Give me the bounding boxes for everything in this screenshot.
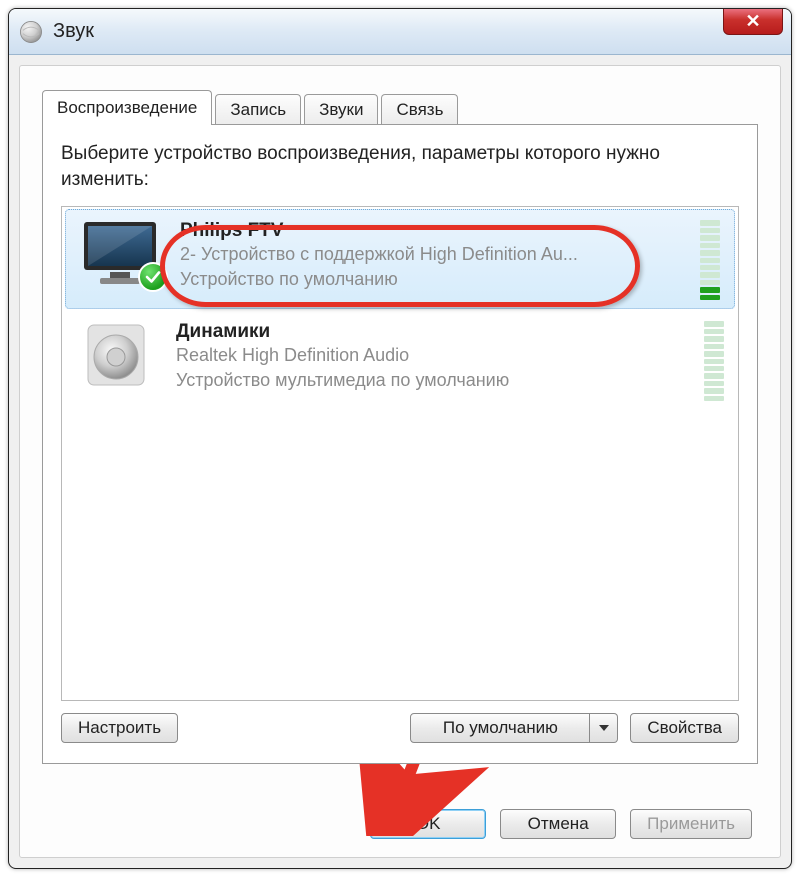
tab-recording[interactable]: Запись [215,94,301,125]
playback-device-list[interactable]: Philips FTV 2- Устройство с поддержкой H… [61,206,739,701]
vu-meter [704,321,724,401]
window-title: Звук [53,20,94,43]
tab-playback[interactable]: Воспроизведение [42,90,212,125]
device-text-block: Philips FTV 2- Устройство с поддержкой H… [180,218,684,291]
cancel-button[interactable]: Отмена [500,809,616,839]
ok-button[interactable]: OK [370,809,486,839]
set-default-button[interactable]: По умолчанию [410,713,590,743]
device-text-block: Динамики Realtek High Definition Audio У… [176,319,688,392]
tabstrip: Воспроизведение Запись Звуки Связь [42,90,758,125]
instruction-text: Выберите устройство воспроизведения, пар… [61,141,739,192]
device-status: Устройство мультимедиа по умолчанию [176,368,688,392]
tab-communications[interactable]: Связь [381,94,458,125]
configure-button[interactable]: Настроить [61,713,178,743]
titlebar: Звук ✕ [9,9,791,55]
device-icon [76,218,164,288]
dialog-buttons: OK Отмена Применить [370,809,752,839]
properties-button[interactable]: Свойства [630,713,739,743]
chevron-down-icon [598,723,610,733]
client-area: Воспроизведение Запись Звуки Связь Выбер… [19,65,781,858]
default-check-icon [138,262,168,292]
device-description: Realtek High Definition Audio [176,343,688,367]
device-status: Устройство по умолчанию [180,267,684,291]
set-default-split-button: По умолчанию [410,713,618,743]
sound-app-icon [17,18,45,46]
sound-dialog-window: Звук ✕ Воспроизведение Запись Звуки Связ… [8,8,792,869]
close-button[interactable]: ✕ [723,8,783,35]
tab-sounds[interactable]: Звуки [304,94,378,125]
speaker-icon [74,319,158,389]
set-default-dropdown[interactable] [590,713,618,743]
list-buttons-row: Настроить По умолчанию Свойства [61,713,739,743]
device-name: Динамики [176,321,688,343]
apply-button: Применить [630,809,752,839]
device-item[interactable]: Динамики Realtek High Definition Audio У… [62,311,738,409]
tab-page-playback: Выберите устройство воспроизведения, пар… [42,124,758,764]
vu-meter [700,220,720,300]
device-item[interactable]: Philips FTV 2- Устройство с поддержкой H… [65,209,735,309]
device-icon [72,319,160,389]
close-icon: ✕ [745,11,760,32]
device-description: 2- Устройство с поддержкой High Definiti… [180,242,684,266]
device-name: Philips FTV [180,220,684,242]
